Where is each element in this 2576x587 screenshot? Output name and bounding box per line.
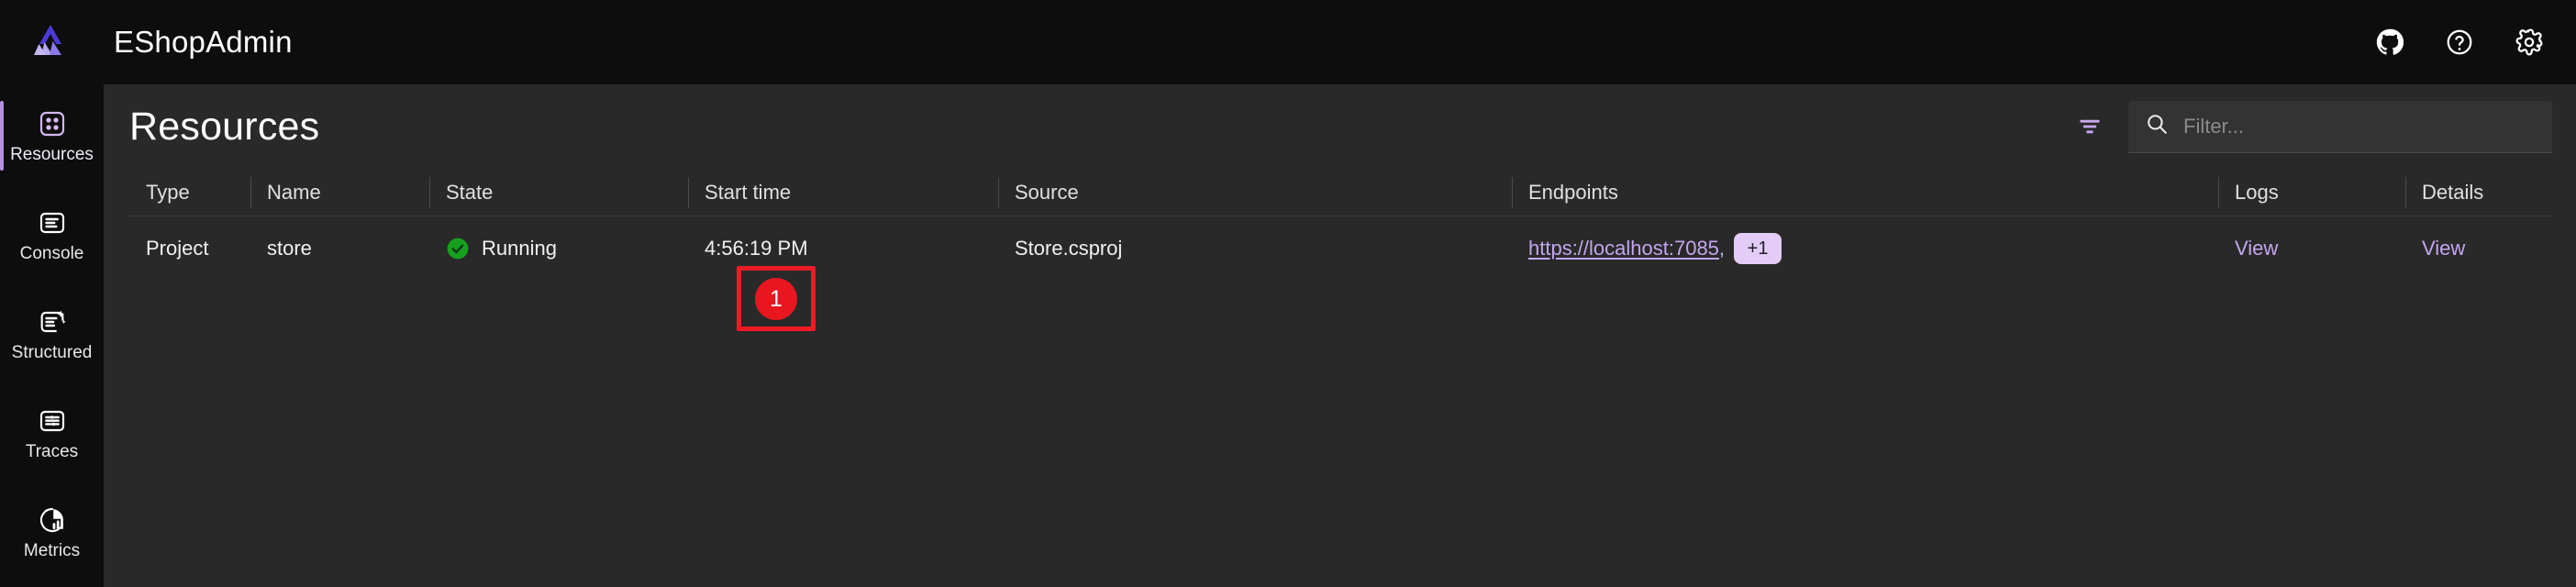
table-header-row: Type Name State Start time Source Endpoi…: [129, 169, 2552, 216]
endpoint-url-link[interactable]: https://localhost:7085: [1528, 237, 1719, 260]
cell-state: Running: [429, 216, 688, 281]
page-title: Resources: [129, 104, 320, 149]
app-body: Resources Console Structured Traces Metr…: [0, 84, 2576, 587]
settings-gear-icon[interactable]: [2508, 21, 2550, 63]
sidebar-item-structured[interactable]: Structured: [0, 292, 104, 376]
cell-name: store: [267, 237, 312, 260]
sidebar-nav: Resources Console Structured Traces Metr…: [0, 84, 104, 587]
sidebar-item-label: Resources: [10, 145, 94, 164]
status-running-check-icon: [446, 237, 470, 260]
cell-start-time: 4:56:19 PM: [705, 237, 808, 260]
sidebar-item-label: Console: [19, 244, 84, 263]
metrics-pie-icon: [37, 504, 68, 536]
app-title: EShopAdmin: [114, 25, 293, 59]
cell-source: Store.csproj: [1015, 237, 1123, 260]
cell-endpoints: https://localhost:7085, +1: [1512, 216, 2218, 281]
sidebar-item-resources[interactable]: Resources: [0, 94, 104, 178]
column-header-type[interactable]: Type: [129, 174, 250, 211]
sidebar-item-metrics[interactable]: Metrics: [0, 490, 104, 574]
column-header-details[interactable]: Details: [2405, 174, 2552, 211]
resources-table: Type Name State Start time Source Endpoi…: [104, 169, 2576, 281]
column-header-source[interactable]: Source: [998, 174, 1512, 211]
top-header: EShopAdmin: [0, 0, 2576, 84]
search-icon: [2145, 112, 2169, 140]
column-header-state[interactable]: State: [429, 174, 688, 211]
column-header-starttime[interactable]: Start time: [688, 174, 998, 211]
filter-icon[interactable]: [2071, 108, 2108, 145]
aspire-logo-icon: [22, 24, 79, 61]
endpoint-more-badge[interactable]: +1: [1734, 233, 1782, 264]
structured-logs-icon: [37, 306, 68, 338]
sidebar-item-label: Metrics: [23, 541, 81, 560]
logs-view-link[interactable]: View: [2235, 237, 2278, 260]
column-header-endpoints[interactable]: Endpoints: [1512, 174, 2218, 211]
search-input[interactable]: [2183, 114, 2536, 138]
console-lines-icon: [37, 207, 68, 238]
filter-search-box[interactable]: [2128, 100, 2552, 153]
cell-state-label: Running: [482, 237, 557, 260]
traces-icon: [37, 405, 68, 437]
column-header-name[interactable]: Name: [250, 174, 429, 211]
page-header: Resources: [104, 84, 2576, 169]
endpoint-separator: ,: [1718, 237, 1726, 260]
main-content-panel: Resources Filter... Type Name State Star…: [104, 84, 2576, 587]
table-row[interactable]: Project store Running 4:56:19 PM Store.c…: [129, 216, 2552, 281]
sidebar-item-console[interactable]: Console: [0, 193, 104, 277]
cell-details: View: [2405, 216, 2552, 281]
aspire-dashboard: EShopAdmin Resources Console Structured …: [0, 0, 2576, 587]
sidebar-item-label: Traces: [25, 442, 79, 461]
github-icon[interactable]: [2369, 21, 2411, 63]
details-view-link[interactable]: View: [2422, 237, 2465, 260]
resources-grid-icon: [37, 108, 68, 139]
help-icon[interactable]: [2438, 21, 2481, 63]
page-header-controls: [2071, 100, 2552, 153]
column-header-logs[interactable]: Logs: [2218, 174, 2405, 211]
cell-type: Project: [146, 237, 209, 260]
top-header-actions: [2369, 21, 2550, 63]
sidebar-item-label: Structured: [11, 343, 93, 362]
sidebar-item-traces[interactable]: Traces: [0, 391, 104, 475]
cell-logs: View: [2218, 216, 2405, 281]
